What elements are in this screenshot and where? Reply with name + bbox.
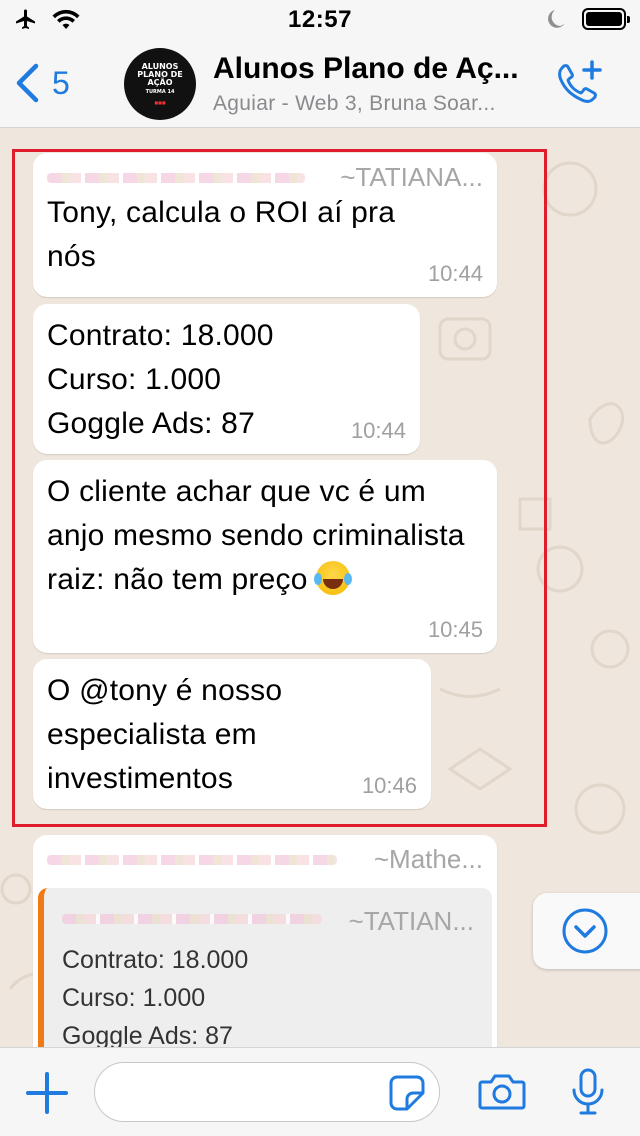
status-right bbox=[546, 8, 630, 30]
message-bubble[interactable]: O cliente achar que vc é um anjo mesmo s… bbox=[33, 460, 497, 653]
blurred-phone bbox=[47, 855, 337, 865]
quoted-message[interactable]: ~TATIAN... Contrato: 18.000 Curso: 1.000… bbox=[38, 888, 492, 1047]
battery-icon bbox=[582, 8, 630, 30]
chat-title[interactable]: Alunos Plano de Aç... bbox=[213, 52, 543, 86]
camera-button[interactable] bbox=[478, 1072, 526, 1117]
composer-bar bbox=[0, 1047, 640, 1136]
avatar-line-3: TURMA 14 bbox=[145, 88, 175, 95]
laughing-emoji-icon bbox=[314, 561, 351, 595]
quoted-line: Goggle Ads: 87 bbox=[62, 1022, 233, 1047]
message-text: O @tony é nosso especialista em investim… bbox=[47, 674, 283, 795]
status-time: 12:57 bbox=[288, 6, 352, 33]
voice-message-button[interactable] bbox=[570, 1068, 606, 1121]
camera-icon bbox=[478, 1074, 526, 1110]
moon-icon bbox=[548, 10, 565, 28]
message-time: 10:44 bbox=[427, 261, 483, 286]
message-sender[interactable]: ~Mathe... bbox=[47, 845, 483, 873]
avatar-logo: ■■■ bbox=[154, 100, 166, 106]
blurred-phone bbox=[47, 173, 305, 183]
message-input[interactable] bbox=[115, 1063, 395, 1119]
chat-participants[interactable]: Aguiar - Web 3, Bruna Soar... bbox=[213, 92, 543, 116]
message-time: 10:46 bbox=[361, 773, 417, 798]
quoted-sender: ~TATIAN... bbox=[62, 906, 474, 940]
status-bar: 12:57 bbox=[0, 0, 640, 40]
message-text-content: O cliente achar que vc é um anjo mesmo s… bbox=[47, 475, 465, 596]
message-text: O cliente achar que vc é um anjo mesmo s… bbox=[47, 470, 487, 602]
add-call-button[interactable] bbox=[554, 58, 604, 113]
sender-name: ~TATIANA... bbox=[340, 162, 483, 192]
microphone-icon bbox=[572, 1068, 604, 1115]
chevron-left-icon bbox=[16, 63, 39, 103]
add-call-icon bbox=[558, 60, 602, 103]
sticker-icon bbox=[389, 1075, 425, 1111]
chat-header: 5 ALUNOS PLANO DE AÇÃO TURMA 14 ■■■ Alun… bbox=[0, 40, 640, 128]
sender-name: ~Mathe... bbox=[373, 844, 483, 874]
message-bubble[interactable]: Contrato: 18.000 Curso: 1.000 Goggle Ads… bbox=[33, 304, 420, 454]
back-button[interactable]: 5 bbox=[14, 62, 70, 104]
sticker-button[interactable] bbox=[389, 1075, 425, 1116]
message-input-wrapper bbox=[94, 1062, 440, 1122]
message-bubble[interactable]: O @tony é nosso especialista em investim… bbox=[33, 659, 431, 809]
attach-button[interactable] bbox=[26, 1072, 68, 1119]
avatar-line-2: PLANO DE AÇÃO bbox=[137, 70, 183, 88]
message-time: 10:44 bbox=[350, 418, 406, 443]
plus-icon bbox=[26, 1072, 68, 1114]
blurred-phone bbox=[62, 914, 322, 924]
message-line: Contrato: 18.000 bbox=[47, 319, 274, 352]
chevron-down-circle-icon bbox=[562, 908, 608, 954]
message-time: 10:45 bbox=[427, 617, 483, 642]
quoted-line: Contrato: 18.000 bbox=[62, 946, 249, 974]
quoted-sender-name: ~TATIAN... bbox=[348, 906, 474, 936]
unread-count: 5 bbox=[52, 64, 70, 101]
chat-area[interactable]: ~TATIANA... Tony, calcula o ROI aí pra n… bbox=[0, 129, 640, 1047]
quoted-line: Curso: 1.000 bbox=[62, 984, 206, 1012]
message-line: Curso: 1.000 bbox=[47, 363, 222, 396]
message-bubble[interactable]: ~TATIANA... Tony, calcula o ROI aí pra n… bbox=[33, 153, 497, 297]
message-sender[interactable]: ~TATIANA... bbox=[47, 163, 483, 191]
group-avatar[interactable]: ALUNOS PLANO DE AÇÃO TURMA 14 ■■■ bbox=[124, 48, 196, 120]
scroll-to-bottom-button[interactable] bbox=[533, 893, 640, 969]
message-text: Tony, calcula o ROI aí pra nós bbox=[47, 196, 396, 273]
